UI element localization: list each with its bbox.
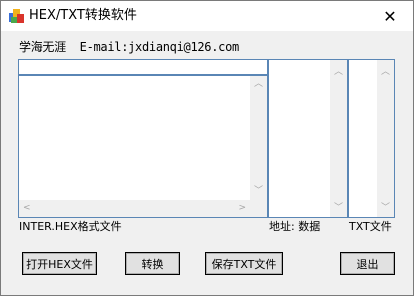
scroll-up-arrow-icon[interactable]: ︿ [381, 67, 390, 77]
txt-panel-label: TXT文件 [349, 220, 392, 233]
author-email-label: 学海无涯 E-mail:jxdianqi@126.com [19, 40, 239, 54]
main-window: HEX/TXT转换软件 ✕ 学海无涯 E-mail:jxdianqi@126.c… [0, 0, 414, 296]
address-panel-label: 地址: 数据 [269, 220, 321, 233]
open-hex-button[interactable]: 打开HEX文件 [22, 252, 97, 275]
exit-button[interactable]: 退出 [340, 252, 395, 275]
scroll-up-arrow-icon[interactable]: ︿ [334, 67, 343, 77]
save-txt-button[interactable]: 保存TXT文件 [205, 252, 283, 275]
address-vertical-scrollbar[interactable]: ︿ ﹀ [330, 60, 347, 217]
app-icon [9, 9, 24, 23]
close-icon: ✕ [383, 6, 397, 26]
scroll-right-arrow-icon[interactable]: > [238, 203, 246, 213]
hex-content-textarea[interactable]: ︿ ﹀ < > [18, 75, 268, 218]
txt-vertical-scrollbar[interactable]: ︿ ﹀ [377, 60, 394, 217]
title-bar[interactable]: HEX/TXT转换软件 ✕ [1, 1, 413, 31]
hex-filename-field[interactable] [18, 59, 268, 75]
scroll-down-arrow-icon[interactable]: ﹀ [334, 203, 343, 213]
hex-vertical-scrollbar[interactable]: ︿ ﹀ [250, 76, 267, 200]
scroll-up-arrow-icon[interactable]: ︿ [254, 79, 263, 89]
hex-horizontal-scrollbar[interactable]: < > [19, 200, 267, 217]
scroll-left-arrow-icon[interactable]: < [23, 203, 31, 213]
address-data-textarea[interactable]: ︿ ﹀ [268, 59, 348, 218]
hex-panel-label: INTER.HEX格式文件 [19, 220, 122, 233]
window-title: HEX/TXT转换软件 [29, 8, 137, 23]
txt-content-textarea[interactable]: ︿ ﹀ [348, 59, 395, 218]
close-button[interactable]: ✕ [367, 1, 413, 31]
scroll-down-arrow-icon[interactable]: ﹀ [254, 186, 263, 196]
scroll-down-arrow-icon[interactable]: ﹀ [381, 203, 390, 213]
client-area: 学海无涯 E-mail:jxdianqi@126.com ︿ ﹀ < > ︿ ﹀… [1, 31, 413, 295]
convert-button[interactable]: 转换 [125, 252, 180, 275]
